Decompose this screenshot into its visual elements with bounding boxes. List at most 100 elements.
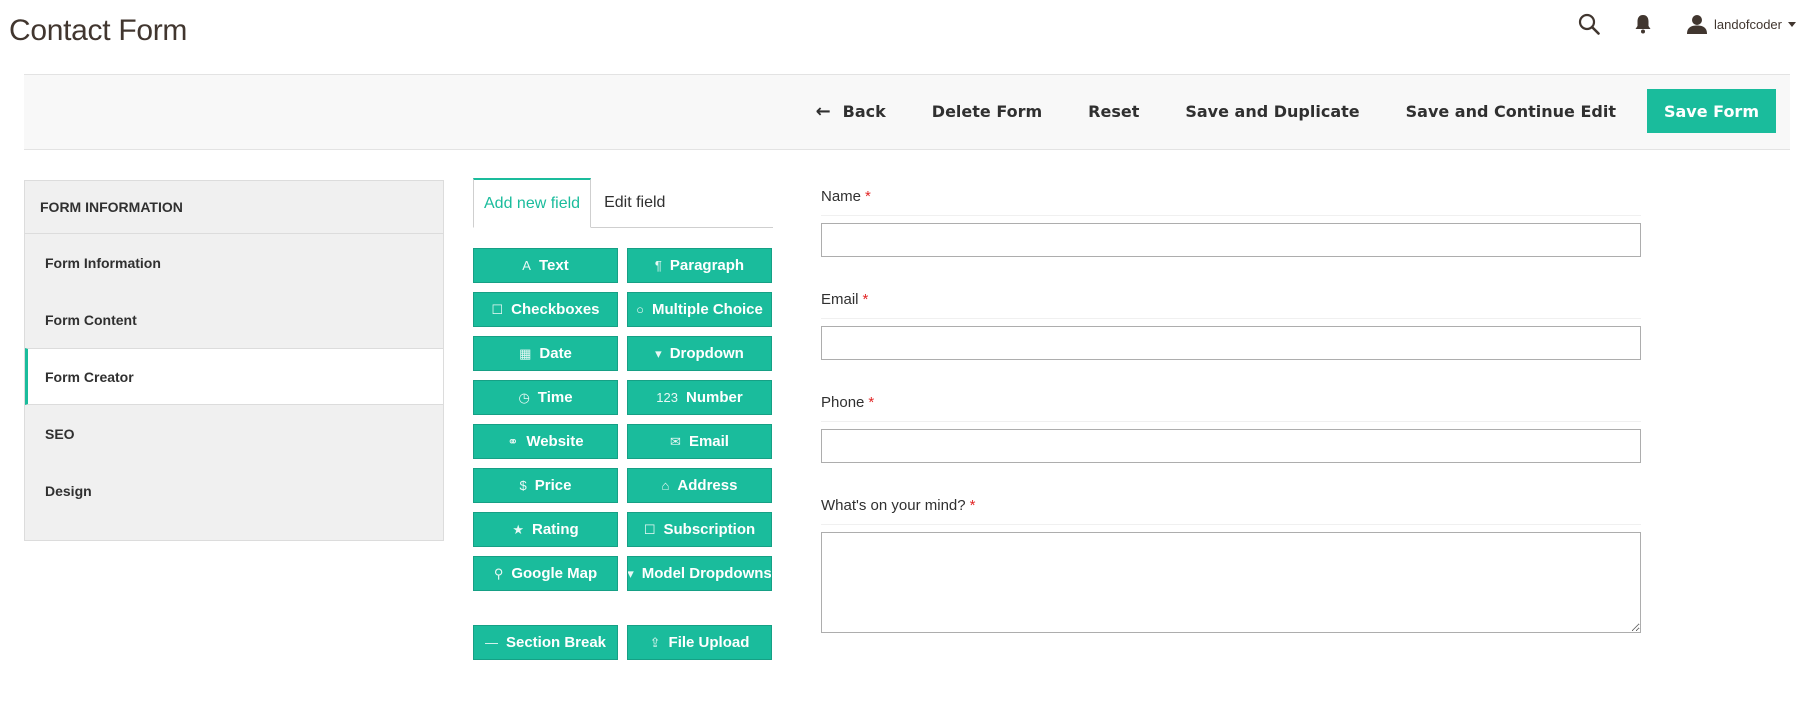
field-button-label: Rating <box>531 521 579 538</box>
paragraph-icon: ¶ <box>654 258 662 273</box>
message-textarea[interactable] <box>821 532 1641 633</box>
add-model-dropdowns-field-button[interactable]: ▾ Model Dropdowns <box>627 556 772 591</box>
calendar-icon: ▦ <box>519 345 532 361</box>
field-button-label: Section Break <box>505 634 607 651</box>
field-label-text: Name <box>821 188 862 205</box>
reset-button[interactable]: Reset <box>1065 89 1162 133</box>
add-section-break-field-button[interactable]: — Section Break <box>473 625 618 660</box>
form-field-group: Phone * <box>821 394 1641 463</box>
field-type-grid: A Text ¶ Paragraph ☐ Checkboxes ○ Multiple Choi… <box>473 248 773 591</box>
number-icon: 123 <box>656 390 678 405</box>
sidebar-heading: FORM INFORMATION <box>25 181 443 234</box>
add-rating-field-button[interactable]: ★ Rating <box>473 512 618 547</box>
arrow-left-icon: ← <box>815 100 831 122</box>
dollar-icon: $ <box>519 478 527 493</box>
header-actions: landofcoder <box>1574 10 1796 38</box>
save-and-continue-button[interactable]: Save and Continue Edit <box>1383 89 1639 133</box>
field-label-text: What's on your mind? <box>821 497 966 514</box>
add-subscription-field-button[interactable]: ☐ Subscription <box>627 512 772 547</box>
field-button-label: Text <box>538 257 569 274</box>
required-asterisk: * <box>969 497 976 514</box>
user-name: landofcoder <box>1714 16 1782 32</box>
field-button-label: Email <box>688 433 729 450</box>
sidebar-item-form-creator[interactable]: Form Creator <box>25 348 443 405</box>
field-button-label: Paragraph <box>669 257 745 274</box>
field-button-label: Google Map <box>511 565 598 582</box>
form-field-group: Name * <box>821 188 1641 257</box>
field-label-text: Phone <box>821 394 865 411</box>
delete-form-button[interactable]: Delete Form <box>909 89 1065 133</box>
checkbox-icon: ☐ <box>491 301 504 317</box>
field-button-label: Dropdown <box>669 345 744 362</box>
field-button-label: Number <box>686 389 743 406</box>
field-builder: Add new field Edit field A Text ¶ Paragraph… <box>473 178 773 660</box>
page-title: Contact Form <box>9 14 188 47</box>
builder-tabs: Add new field Edit field <box>473 178 773 228</box>
sidebar-item-form-content[interactable]: Form Content <box>25 291 443 348</box>
required-asterisk: * <box>862 291 869 308</box>
field-button-label: Subscription <box>663 521 756 538</box>
form-field-label: Name * <box>821 188 1641 216</box>
tab-edit-field[interactable]: Edit field <box>591 178 678 227</box>
add-date-field-button[interactable]: ▦ Date <box>473 336 618 371</box>
form-field-group: Email * <box>821 291 1641 360</box>
sidebar-item-seo[interactable]: SEO <box>25 405 443 462</box>
add-dropdown-field-button[interactable]: ▾ Dropdown <box>627 336 772 371</box>
user-menu[interactable]: landofcoder <box>1686 13 1796 35</box>
required-asterisk: * <box>865 188 871 205</box>
upload-icon: ⇪ <box>649 634 661 650</box>
sidebar-item-design[interactable]: Design <box>25 462 443 519</box>
sidebar: FORM INFORMATION Form Information Form C… <box>24 180 444 541</box>
link-icon: ⚭ <box>507 433 519 449</box>
sidebar-item-form-information[interactable]: Form Information <box>25 234 443 291</box>
form-field-label: What's on your mind? * <box>821 497 1641 525</box>
dropdown-icon: ▾ <box>655 345 662 361</box>
add-price-field-button[interactable]: $ Price <box>473 468 618 503</box>
add-checkboxes-field-button[interactable]: ☐ Checkboxes <box>473 292 618 327</box>
add-paragraph-field-button[interactable]: ¶ Paragraph <box>627 248 772 283</box>
action-toolbar: ← Back Delete Form Reset Save and Duplic… <box>24 74 1790 150</box>
form-field-group: What's on your mind? * <box>821 497 1641 633</box>
field-button-label: Multiple Choice <box>652 301 763 318</box>
radio-icon: ○ <box>636 302 644 317</box>
field-button-label: Checkboxes <box>511 301 600 318</box>
add-email-field-button[interactable]: ✉ Email <box>627 424 772 459</box>
add-file-upload-field-button[interactable]: ⇪ File Upload <box>627 625 772 660</box>
email-input[interactable] <box>821 326 1641 360</box>
form-field-label: Email * <box>821 291 1641 319</box>
field-button-label: Date <box>539 345 572 362</box>
field-button-label: Address <box>677 477 738 494</box>
form-preview: Name * Email * Phone * What's on your mind? * <box>821 188 1641 667</box>
field-button-label: Time <box>537 389 573 406</box>
tab-add-new-field[interactable]: Add new field <box>473 178 592 228</box>
add-website-field-button[interactable]: ⚭ Website <box>473 424 618 459</box>
checkbox-icon: ☐ <box>643 521 656 537</box>
add-multiple-choice-field-button[interactable]: ○ Multiple Choice <box>627 292 772 327</box>
required-asterisk: * <box>868 394 875 411</box>
home-icon: ⌂ <box>661 478 670 493</box>
field-label-text: Email <box>821 291 859 308</box>
phone-input[interactable] <box>821 429 1641 463</box>
bell-icon[interactable] <box>1630 10 1656 38</box>
name-input[interactable] <box>821 223 1641 257</box>
save-and-duplicate-button[interactable]: Save and Duplicate <box>1162 89 1382 133</box>
minus-icon: — <box>484 635 498 650</box>
form-field-label: Phone * <box>821 394 1641 422</box>
toolbar-buttons: ← Back Delete Form Reset Save and Duplic… <box>793 89 1776 133</box>
field-button-label: Website <box>526 433 584 450</box>
envelope-icon: ✉ <box>670 433 681 449</box>
map-marker-icon: ⚲ <box>493 565 504 581</box>
add-text-field-button[interactable]: A Text <box>473 248 618 283</box>
field-button-label: File Upload <box>668 634 750 651</box>
add-address-field-button[interactable]: ⌂ Address <box>627 468 772 503</box>
add-google-map-field-button[interactable]: ⚲ Google Map <box>473 556 618 591</box>
add-number-field-button[interactable]: 123 Number <box>627 380 772 415</box>
dropdown-icon: ▾ <box>627 565 634 581</box>
star-icon: ★ <box>512 521 524 537</box>
back-button-label: Back <box>842 101 886 121</box>
text-icon: A <box>522 258 531 273</box>
add-time-field-button[interactable]: ◷ Time <box>473 380 618 415</box>
search-icon[interactable] <box>1574 10 1604 38</box>
back-button[interactable]: ← Back <box>793 89 909 133</box>
save-form-button[interactable]: Save Form <box>1646 89 1776 133</box>
